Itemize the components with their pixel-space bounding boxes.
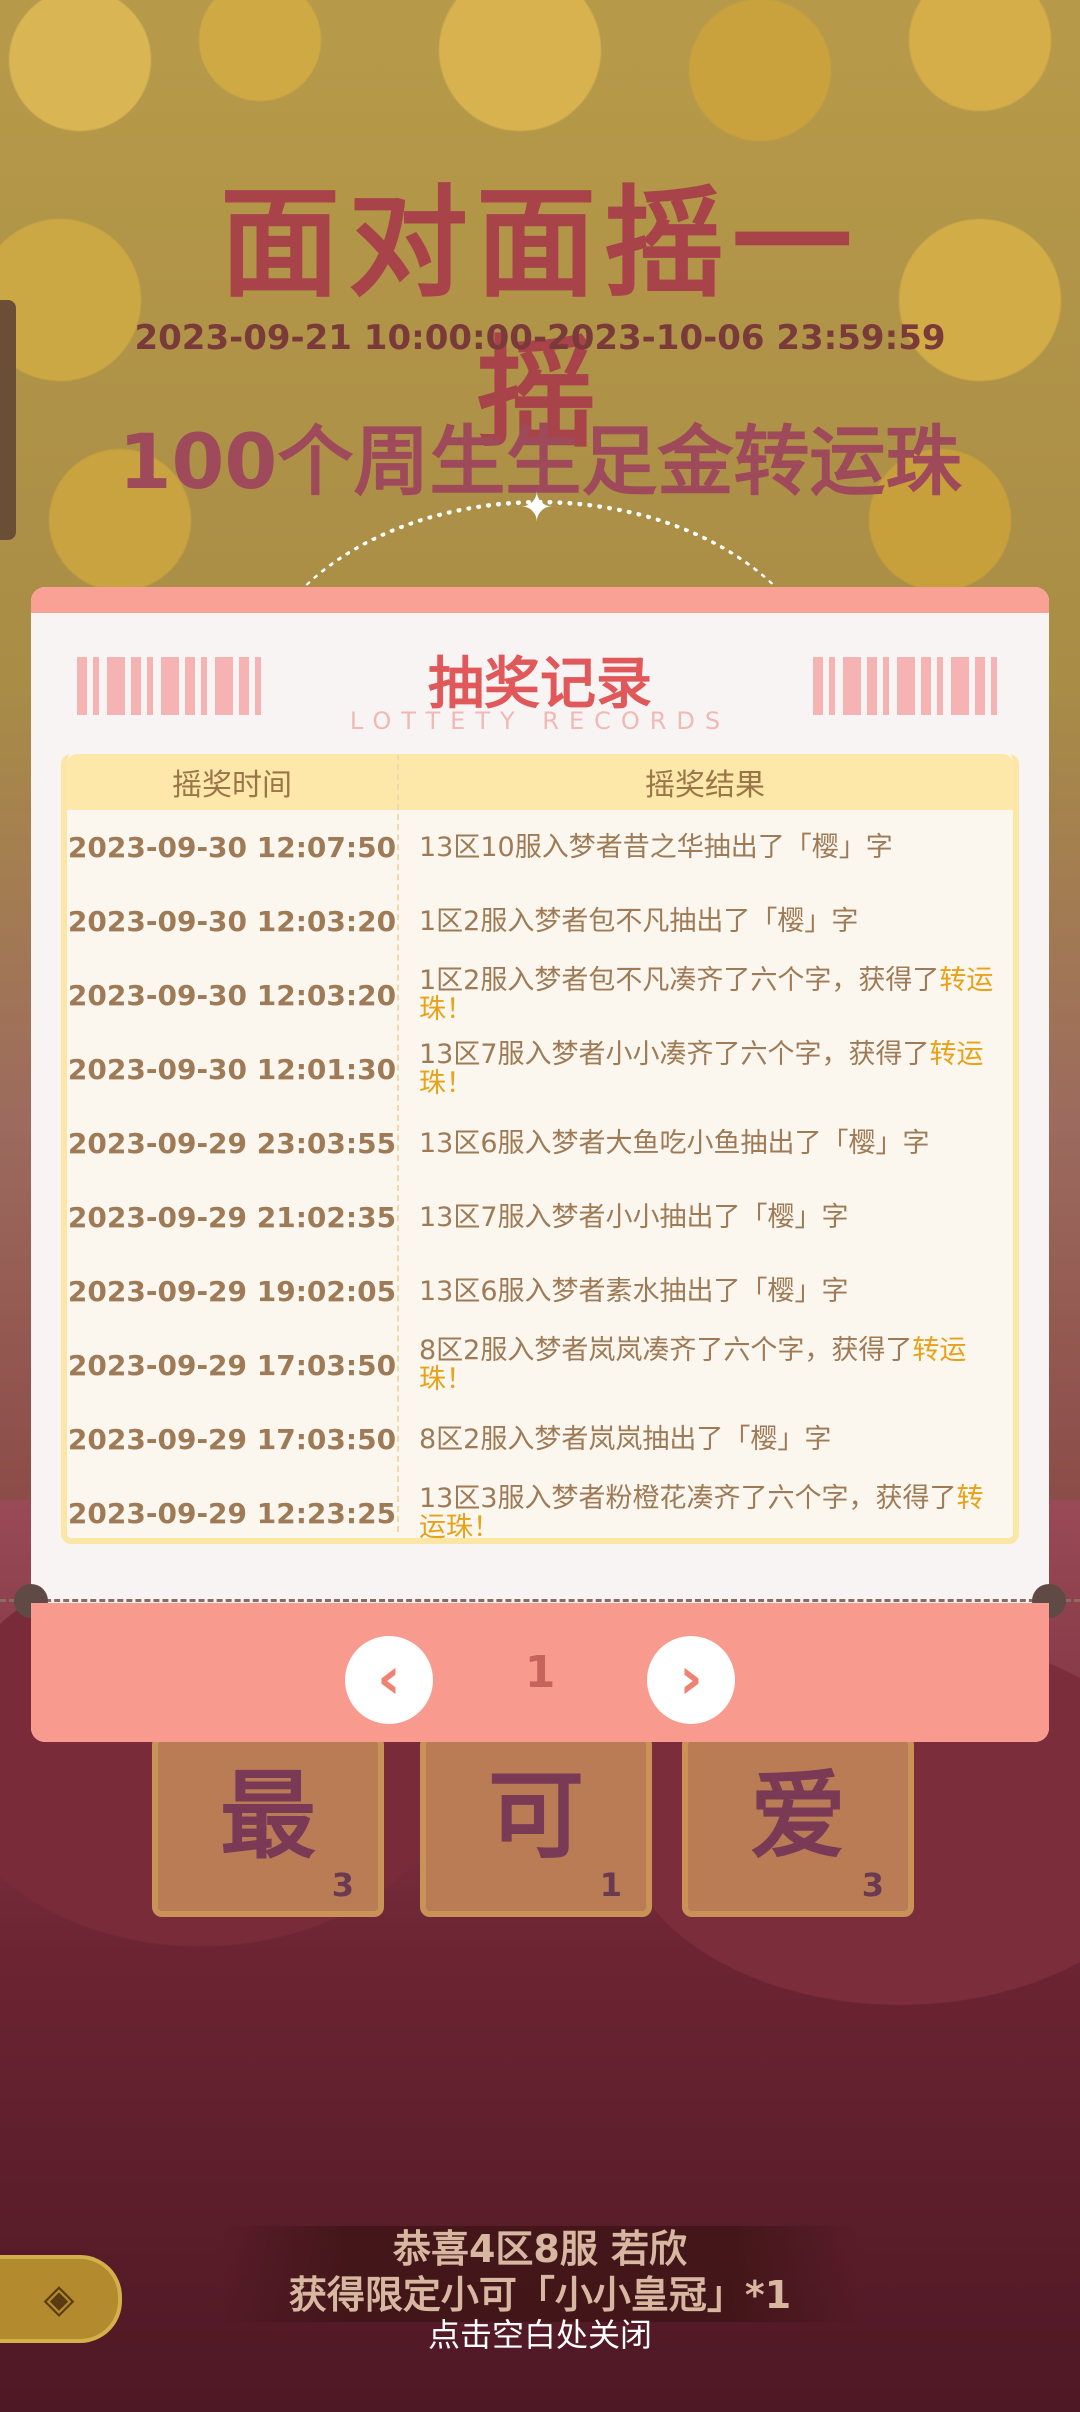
record-result: 1区2服入梦者包不凡抽出了「樱」字: [397, 907, 1013, 936]
result-text: 1区2服入梦者包不凡抽出了「樱」字: [419, 905, 859, 937]
record-result: 13区7服入梦者小小凑齐了六个字，获得了转运珠！: [397, 1040, 1013, 1098]
modal-subtitle: LOTTETY RECORDS: [349, 707, 731, 735]
char-tile: 爱 3: [682, 1735, 914, 1917]
tile-count: 3: [331, 1866, 354, 1904]
record-time: 2023-09-30 12:01:30: [67, 1052, 397, 1086]
record-time: 2023-09-30 12:07:50: [67, 830, 397, 864]
ticket-tear-line: [0, 1599, 1080, 1602]
event-title: 面对面摇一摇: [220, 175, 860, 464]
record-result: 13区6服入梦者大鱼吃小鱼抽出了「樱」字: [397, 1129, 1013, 1158]
record-result: 1区2服入梦者包不凡凑齐了六个字，获得了转运珠！: [397, 966, 1013, 1024]
marquee-line: 恭喜4区8服 若欣: [392, 2227, 688, 2271]
record-time: 2023-09-29 21:02:35: [67, 1200, 397, 1234]
record-result: 8区2服入梦者岚岚凑齐了六个字，获得了转运珠！: [397, 1336, 1013, 1394]
table-row: 2023-09-30 12:07:50 13区10服入梦者昔之华抽出了「樱」字: [67, 810, 1013, 884]
page-number: 1: [524, 1647, 556, 1698]
record-time: 2023-09-30 12:03:20: [67, 978, 397, 1012]
result-text: 13区3服入梦者粉橙花凑齐了六个字，获得了: [419, 1483, 957, 1514]
result-text: 13区7服入梦者小小抽出了「樱」字: [419, 1201, 849, 1233]
result-text: 13区6服入梦者大鱼吃小鱼抽出了「樱」字: [419, 1127, 930, 1159]
table-row: 2023-09-30 12:03:20 1区2服入梦者包不凡抽出了「樱」字: [67, 884, 1013, 958]
records-body[interactable]: 2023-09-30 12:07:50 13区10服入梦者昔之华抽出了「樱」字 20…: [67, 810, 1013, 1550]
lottery-records-modal: 抽奖记录 LOTTETY RECORDS 摇奖时间 摇奖结果 2023-09-3…: [0, 587, 1080, 1742]
record-time: 2023-09-29 17:03:50: [67, 1422, 397, 1456]
record-time: 2023-09-30 12:03:20: [67, 904, 397, 938]
next-page-button[interactable]: ›: [647, 1636, 735, 1724]
pagination-bar: ‹ 1 ›: [31, 1603, 1049, 1742]
table-row: 2023-09-29 19:02:05 13区6服入梦者素水抽出了「樱」字: [67, 1254, 1013, 1328]
record-result: 13区10服入梦者昔之华抽出了「樱」字: [397, 833, 1013, 862]
table-row: 2023-09-29 23:03:55 13区6服入梦者大鱼吃小鱼抽出了「樱」字: [67, 1106, 1013, 1180]
result-text: 13区10服入梦者昔之华抽出了「樱」字: [419, 831, 893, 863]
sparkle-icon: ✦: [520, 485, 554, 531]
table-row: 2023-09-30 12:03:20 1区2服入梦者包不凡凑齐了六个字，获得了转…: [67, 958, 1013, 1032]
table-row: 2023-09-29 17:03:50 8区2服入梦者岚岚抽出了「樱」字: [67, 1402, 1013, 1476]
tile-count: 3: [861, 1866, 884, 1904]
tile-char: 可: [488, 1760, 584, 1872]
tile-char: 最: [220, 1760, 316, 1872]
result-text: 8区2服入梦者岚岚抽出了「樱」字: [419, 1423, 832, 1455]
result-text: 13区7服入梦者小小凑齐了六个字，获得了: [419, 1039, 930, 1070]
modal-top-bar: [31, 587, 1049, 613]
result-text: 13区6服入梦者素水抽出了「樱」字: [419, 1275, 849, 1307]
table-row: 2023-09-29 21:02:35 13区7服入梦者小小抽出了「樱」字: [67, 1180, 1013, 1254]
result-text: 1区2服入梦者包不凡凑齐了六个字，获得了: [419, 965, 940, 996]
announcement-marquee: 恭喜4区8服 若欣 获得限定小可「小小皇冠」*1: [220, 2226, 860, 2322]
event-dates: 2023-09-21 10:00:00-2023-10-06 23:59:59: [134, 318, 946, 358]
result-text: 8区2服入梦者岚岚凑齐了六个字，获得了: [419, 1335, 913, 1366]
header-result: 摇奖结果: [645, 768, 765, 803]
record-time: 2023-09-29 17:03:50: [67, 1348, 397, 1382]
record-time: 2023-09-29 12:23:25: [67, 1496, 397, 1530]
table-row: 2023-09-30 12:01:30 13区7服入梦者小小凑齐了六个字，获得了转…: [67, 1032, 1013, 1106]
record-time: 2023-09-29 23:03:55: [67, 1126, 397, 1160]
record-result: 13区7服入梦者小小抽出了「樱」字: [397, 1203, 1013, 1232]
record-result: 8区2服入梦者岚岚抽出了「樱」字: [397, 1425, 1013, 1454]
chevron-right-icon: ›: [679, 1644, 703, 1712]
tile-count: 1: [599, 1866, 622, 1904]
table-row: 2023-09-29 17:03:50 8区2服入梦者岚岚凑齐了六个字，获得了转运…: [67, 1328, 1013, 1402]
tile-char: 爱: [750, 1760, 846, 1872]
table-row: 2023-09-29 12:23:25 13区3服入梦者粉橙花凑齐了六个字，获得了…: [67, 1476, 1013, 1550]
record-time: 2023-09-29 19:02:05: [67, 1274, 397, 1308]
records-table: 摇奖时间 摇奖结果 2023-09-30 12:07:50 13区10服入梦者昔之…: [61, 754, 1019, 1544]
char-tile: 可 1: [420, 1735, 652, 1917]
close-hint[interactable]: 点击空白处关闭: [0, 2310, 1080, 2356]
record-result: 13区3服入梦者粉橙花凑齐了六个字，获得了转运珠！: [397, 1484, 1013, 1542]
header-time: 摇奖时间: [172, 768, 292, 803]
char-tile: 最 3: [152, 1735, 384, 1917]
table-header: 摇奖时间 摇奖结果: [67, 754, 1013, 810]
record-result: 13区6服入梦者素水抽出了「樱」字: [397, 1277, 1013, 1306]
